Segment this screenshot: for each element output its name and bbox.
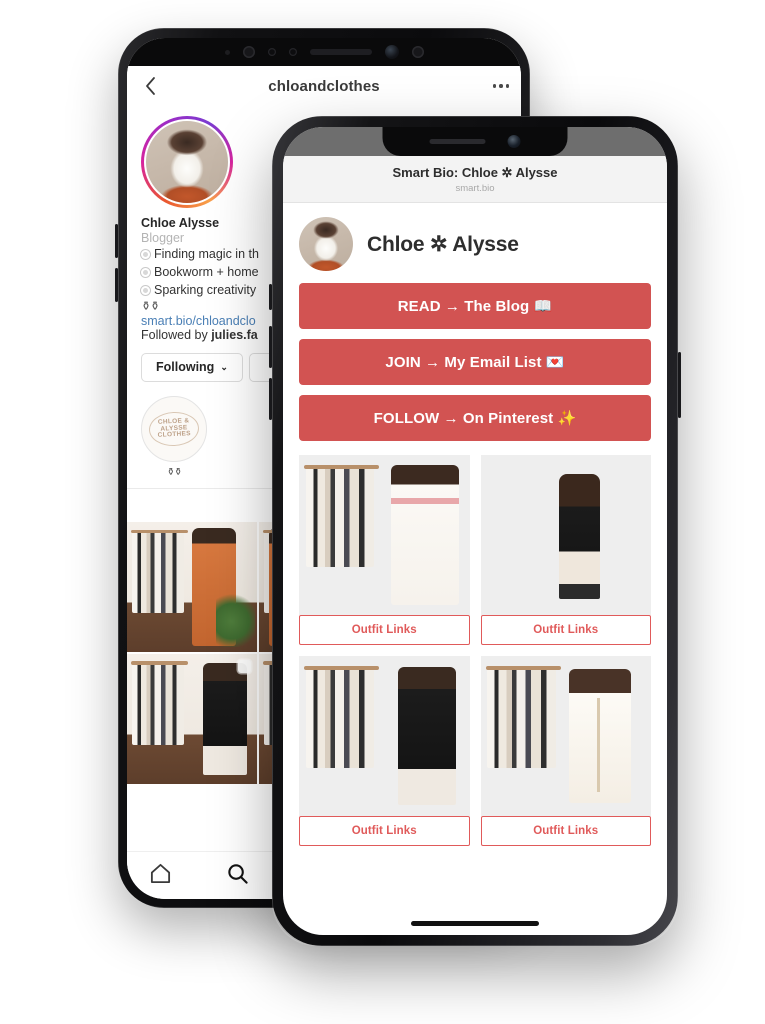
smartbio-content: Chloe ✲ Alysse READ → The Blog 📖 JOIN → … bbox=[283, 203, 667, 846]
outfit-links-button[interactable]: Outfit Links bbox=[480, 615, 651, 645]
page-title: Smart Bio: Chloe ✲ Alysse bbox=[392, 165, 558, 180]
outfit-subject bbox=[391, 464, 460, 606]
ir-sensor-icon bbox=[288, 48, 297, 56]
following-button[interactable]: Following ⌄ bbox=[141, 352, 243, 382]
home-indicator[interactable] bbox=[411, 921, 539, 926]
front-camera-icon bbox=[507, 135, 521, 148]
smartbio-profile-header: Chloe ✲ Alysse bbox=[299, 203, 651, 283]
chevron-down-icon: ⌄ bbox=[220, 361, 228, 372]
outfit-subject bbox=[569, 668, 631, 804]
sensor-dot-icon bbox=[224, 49, 230, 55]
smartbio-screen: Smart Bio: Chloe ✲ Alysse smart.bio Chlo… bbox=[283, 127, 667, 935]
page-url[interactable]: smart.bio bbox=[283, 183, 667, 194]
post-thumbnail[interactable] bbox=[127, 653, 258, 784]
outfit-card[interactable]: Outfit Links bbox=[299, 455, 470, 645]
earpiece-speaker-icon bbox=[429, 139, 486, 144]
story-ring[interactable] bbox=[141, 116, 233, 208]
phone-volume-down-button bbox=[115, 268, 118, 302]
more-options-icon[interactable] bbox=[492, 84, 509, 88]
post-subject bbox=[202, 662, 247, 775]
front-camera-icon bbox=[384, 45, 399, 59]
outfit-card-image bbox=[299, 656, 470, 816]
proximity-sensor-icon bbox=[242, 46, 255, 58]
story-highlight-label: ⚱⚱ bbox=[166, 466, 183, 478]
cta-read-blog-button[interactable]: READ → The Blog 📖 bbox=[299, 283, 651, 329]
earpiece-speaker-icon bbox=[309, 49, 372, 55]
instagram-nav-bar: chloandclothes bbox=[127, 66, 521, 106]
outfit-cards-grid: Outfit Links Outfit Links Outfit Links O… bbox=[299, 451, 651, 846]
instagram-username-title: chloandclothes bbox=[268, 77, 380, 95]
phone-volume-down-button bbox=[269, 378, 272, 420]
browser-header: Smart Bio: Chloe ✲ Alysse smart.bio bbox=[283, 156, 667, 203]
story-highlight[interactable]: CHLOE & ALYSSE CLOTHES ⚱⚱ bbox=[141, 395, 207, 478]
phone-mute-switch bbox=[269, 284, 272, 310]
phone-top-bezel bbox=[127, 38, 521, 66]
plant-decor bbox=[215, 589, 255, 647]
cta-follow-pinterest-button[interactable]: FOLLOW → On Pinterest ✨ bbox=[299, 395, 651, 441]
phone-volume-up-button bbox=[115, 224, 118, 258]
profile-name: Chloe ✲ Alysse bbox=[367, 232, 519, 256]
story-highlight-circle: CHLOE & ALYSSE CLOTHES bbox=[141, 395, 207, 462]
smartbio-phone-mockup: Smart Bio: Chloe ✲ Alysse smart.bio Chlo… bbox=[269, 116, 681, 946]
outfit-links-button[interactable]: Outfit Links bbox=[299, 615, 470, 645]
multi-photo-icon bbox=[238, 659, 252, 673]
brand-logo-icon: CHLOE & ALYSSE CLOTHES bbox=[148, 410, 200, 447]
phone-notch bbox=[382, 127, 568, 156]
light-sensor-icon bbox=[267, 48, 276, 56]
home-icon[interactable] bbox=[149, 862, 172, 890]
flower-bullet-icon bbox=[141, 286, 150, 296]
screenshot-root: chloandclothes Chloe Alysse Blogger Find… bbox=[0, 0, 765, 1024]
sensor-secondary-icon bbox=[411, 46, 424, 58]
avatar bbox=[299, 217, 353, 271]
flower-bullet-icon bbox=[141, 250, 150, 259]
outfit-card[interactable]: Outfit Links bbox=[299, 656, 470, 846]
phone-power-button bbox=[678, 352, 681, 418]
outfit-card[interactable]: Outfit Links bbox=[480, 656, 651, 846]
post-thumbnail[interactable] bbox=[127, 521, 258, 653]
cta-join-email-list-button[interactable]: JOIN → My Email List 💌 bbox=[299, 339, 651, 385]
outfit-card-image bbox=[480, 656, 651, 816]
outfit-links-button[interactable]: Outfit Links bbox=[480, 816, 651, 846]
outfit-card[interactable]: Outfit Links bbox=[480, 455, 651, 645]
outfit-subject bbox=[558, 474, 600, 599]
phone-volume-up-button bbox=[269, 326, 272, 368]
outfit-subject bbox=[397, 667, 456, 805]
flower-bullet-icon bbox=[141, 268, 150, 278]
outfit-card-image bbox=[299, 455, 470, 615]
outfit-card-image bbox=[480, 455, 651, 615]
search-icon[interactable] bbox=[226, 862, 249, 890]
outfit-links-button[interactable]: Outfit Links bbox=[299, 816, 470, 846]
avatar bbox=[144, 119, 230, 205]
